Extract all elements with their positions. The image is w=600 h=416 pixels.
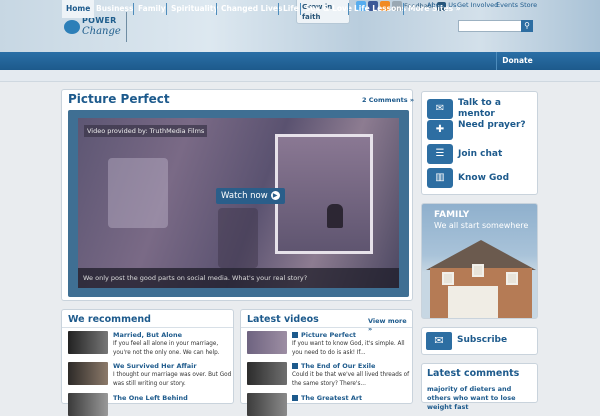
family-promo[interactable]: FAMILY We all start somewhere: [421, 203, 538, 319]
nav-separator: [403, 3, 404, 15]
recommend-item-title[interactable]: We Survived Her Affair: [113, 362, 197, 370]
join-chat-label: Join chat: [458, 148, 503, 159]
recommend-item-title[interactable]: The One Left Behind: [113, 394, 188, 402]
latest-videos-panel: Latest videos View more » Picture Perfec…: [240, 309, 413, 416]
recommend-thumb[interactable]: [68, 331, 108, 354]
sub-nav: [0, 70, 600, 82]
talk-mentor-item[interactable]: ✉ Talk to a mentor: [427, 98, 528, 120]
recommend-item-text: I thought our marriage was over. But God…: [113, 372, 232, 387]
divider: [241, 327, 412, 328]
latest-comment-link[interactable]: majority of dieters and others who want …: [427, 385, 537, 412]
nav-separator: [278, 3, 279, 15]
book-icon: ▥: [427, 168, 453, 188]
latest-comments-title: Latest comments: [427, 368, 520, 379]
recommend-thumb[interactable]: [68, 393, 108, 416]
subnav-events[interactable]: Events: [496, 1, 518, 9]
join-chat-item[interactable]: ☰ Join chat: [427, 144, 502, 164]
film-icon: [292, 332, 298, 338]
nav-separator: [348, 3, 349, 15]
video-thumb[interactable]: [247, 393, 287, 416]
video-item-title-text: The End of Our Exile: [301, 362, 376, 370]
house-porch: [448, 286, 498, 318]
watch-now-button[interactable]: Watch now ▶: [216, 188, 285, 204]
envelope-icon: ✉: [426, 332, 452, 350]
help-actions-panel: ✉ Talk to a mentor Need prayer? ✚ ☰ Join…: [421, 91, 538, 195]
recommend-title: We recommend: [68, 314, 151, 325]
nav-spirituality[interactable]: Spirituality: [171, 0, 218, 18]
recommend-item-title[interactable]: Married, But Alone: [113, 331, 182, 339]
subscribe-panel[interactable]: ✉ Subscribe: [421, 327, 538, 355]
video-frame[interactable]: Video provided by: TruthMedia Films Watc…: [78, 118, 399, 288]
nav-family[interactable]: Family: [138, 0, 166, 18]
view-more-link[interactable]: View more »: [368, 317, 412, 333]
film-icon: [292, 363, 298, 369]
video-item-text: Could it be that we've all lived threads…: [292, 372, 410, 387]
watch-now-label: Watch now: [221, 191, 268, 201]
subnav-about-us[interactable]: About Us: [427, 1, 456, 9]
house-window: [472, 264, 484, 277]
search-input[interactable]: [458, 20, 522, 32]
house-window: [442, 272, 454, 285]
house-window: [506, 272, 518, 285]
family-subtitle: We all start somewhere: [434, 221, 529, 230]
latest-videos-title: Latest videos: [247, 314, 319, 325]
recommend-thumb[interactable]: [68, 362, 108, 385]
picture-frame-scene: [275, 134, 373, 254]
video-item-title[interactable]: Picture Perfect: [292, 331, 356, 339]
need-prayer-label: Need prayer?: [458, 120, 526, 130]
nav-separator: [133, 3, 134, 15]
video-item-title[interactable]: The Greatest Art: [292, 394, 362, 402]
featured-title[interactable]: Picture Perfect: [68, 92, 170, 106]
recommend-item-text: If you feel all alone in your marriage, …: [113, 341, 220, 356]
divider: [62, 327, 233, 328]
video-item-title-text: Picture Perfect: [301, 331, 357, 339]
know-god-item[interactable]: ▥ Know God: [427, 168, 509, 188]
nav-life[interactable]: Life: [283, 0, 299, 18]
video-thumb[interactable]: [247, 362, 287, 385]
chat-icon: ☰: [427, 144, 453, 164]
prayer-icon-wrap[interactable]: ✚: [427, 120, 458, 140]
subnav-get-involved[interactable]: Get Involved: [457, 1, 498, 9]
nav-life-lessons[interactable]: Life Lessons: [354, 0, 406, 18]
nav-separator: [300, 3, 301, 15]
talk-mentor-label: Talk to a mentor: [458, 98, 501, 119]
heart-logo-icon: [64, 20, 80, 34]
person-figure: [327, 204, 343, 228]
subscribe-label: Subscribe: [457, 335, 508, 345]
play-arrow-icon: ▶: [270, 191, 280, 200]
need-prayer-item[interactable]: Need prayer?: [458, 120, 526, 131]
nav-separator: [216, 3, 217, 15]
film-icon: [292, 395, 298, 401]
nav-separator: [166, 3, 167, 15]
chat-bubble-icon: ✉: [427, 99, 453, 119]
nav-sex-love[interactable]: Sex & Love: [305, 0, 352, 18]
donate-button[interactable]: Donate: [496, 52, 538, 70]
video-scene-shape: [108, 158, 168, 228]
know-god-label: Know God: [458, 172, 510, 183]
family-title: FAMILY: [434, 210, 470, 220]
nav-changed-lives[interactable]: Changed Lives: [221, 0, 282, 18]
latest-comments-panel: Latest comments majority of dieters and …: [421, 363, 538, 411]
video-player[interactable]: Video provided by: TruthMedia Films Watc…: [68, 110, 409, 297]
nav-home[interactable]: Home: [62, 0, 95, 18]
prayer-icon: ✚: [427, 120, 453, 140]
recommend-panel: We recommend Married, But Alone If you f…: [61, 309, 234, 416]
video-scene-shape: [218, 208, 258, 268]
video-item-title-text: The Greatest Art: [301, 394, 363, 402]
search-icon[interactable]: ⚲: [521, 20, 533, 32]
video-item-title[interactable]: The End of Our Exile: [292, 362, 375, 370]
video-credit: Video provided by: TruthMedia Films: [84, 125, 208, 137]
video-item-text: If you want to know God, it's simple. Al…: [292, 341, 405, 356]
comments-link[interactable]: 2 Comments »: [362, 96, 414, 104]
logo-line2: Change: [82, 26, 121, 37]
nav-business[interactable]: Business: [96, 0, 133, 18]
subnav-store[interactable]: Store: [520, 1, 537, 9]
video-caption: We only post the good parts on social me…: [78, 268, 399, 288]
video-thumb[interactable]: [247, 331, 287, 354]
